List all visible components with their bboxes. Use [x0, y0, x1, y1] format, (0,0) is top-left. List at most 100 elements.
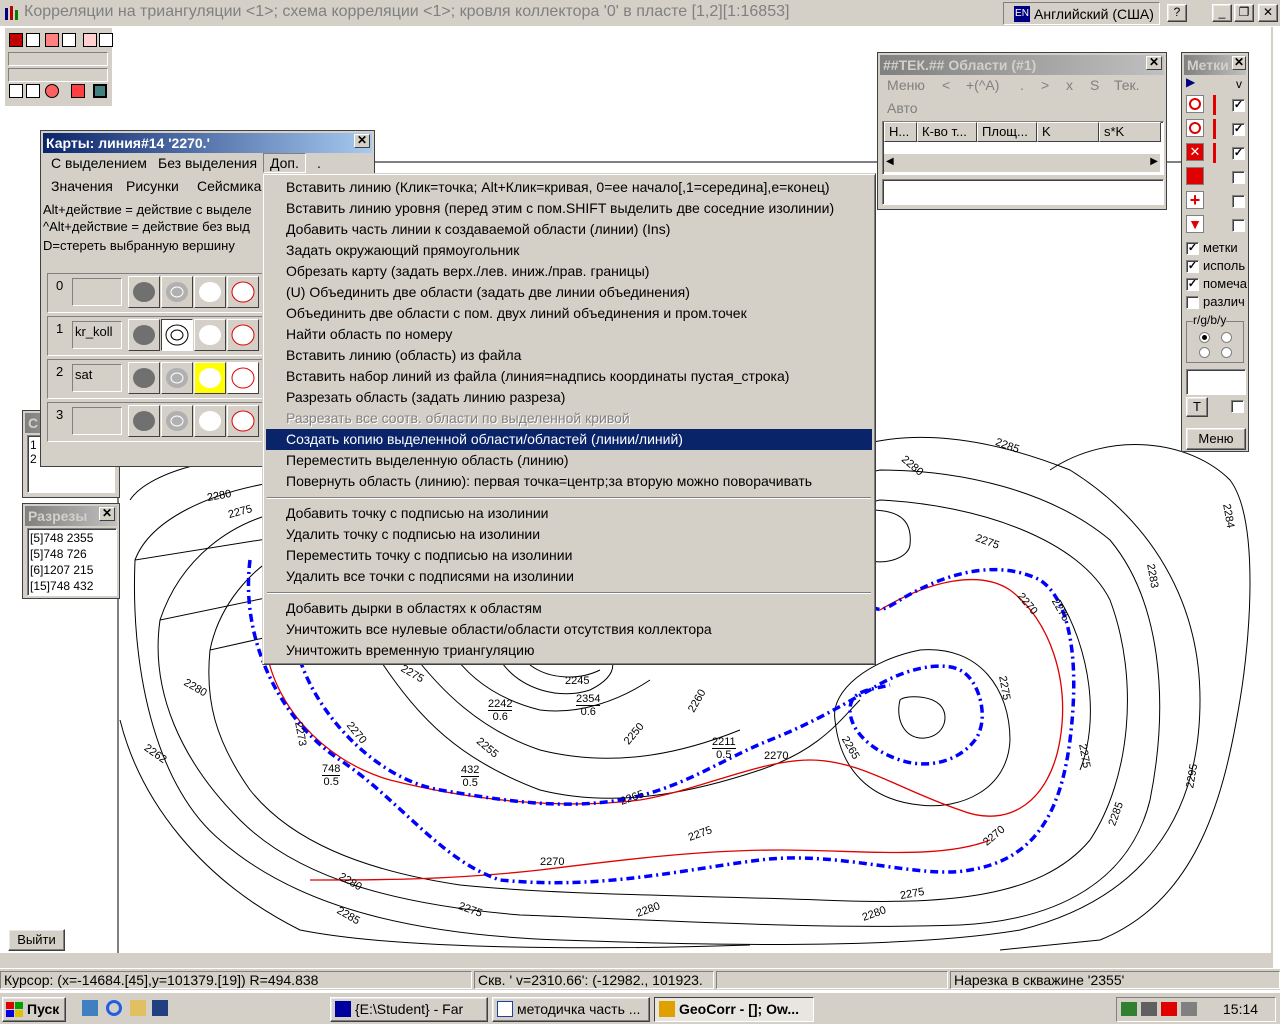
red-outline-icon[interactable]	[227, 405, 259, 437]
menu-item-crop-map[interactable]: Обрезать карту (задать верх./лев. иниж./…	[266, 261, 872, 282]
mark-row[interactable]: ✓	[1186, 119, 1246, 141]
scroll-left-icon[interactable]: ◀	[886, 156, 894, 167]
fill-grey-icon[interactable]	[128, 276, 160, 308]
mark-checkbox[interactable]: ✓	[1232, 99, 1245, 112]
desktop-icon[interactable]	[82, 1000, 98, 1016]
regions-delete[interactable]: x	[1066, 77, 1073, 93]
menu-item-union-regions-points[interactable]: Объединить две области с пом. двух линий…	[266, 303, 872, 324]
mark-row[interactable]: ✕ ✓	[1186, 143, 1246, 165]
tool-target-icon[interactable]	[71, 84, 85, 98]
menu-item-bounding-rect[interactable]: Задать окружающий прямоугольник	[266, 240, 872, 261]
white-fill-icon[interactable]	[194, 405, 226, 437]
col-header[interactable]: s*K	[1099, 122, 1161, 142]
menu-item-insert-set-from-file[interactable]: Вставить набор линий из файла (линия=над…	[266, 366, 872, 387]
checkbox-use[interactable]: ✓	[1186, 260, 1199, 273]
exit-button[interactable]: Выйти	[8, 929, 65, 951]
minimize-button[interactable]: _	[1212, 4, 1232, 22]
menu-item-cut-region[interactable]: Разрезать область (задать линию разреза)	[266, 387, 872, 408]
menu-item-add-holes[interactable]: Добавить дырки в областях к областям	[266, 598, 872, 619]
regions-auto[interactable]: Авто	[887, 100, 918, 116]
regions-table[interactable]: Н... К-во т... Площ... K s*K ◀ ▶	[882, 121, 1164, 175]
app-icon[interactable]	[152, 1000, 168, 1016]
contour-icon[interactable]	[161, 362, 193, 394]
mark-checkbox[interactable]	[1232, 195, 1245, 208]
red-outline-icon[interactable]	[227, 319, 259, 351]
tool-zoom2-icon[interactable]	[99, 33, 113, 47]
checkbox-mark[interactable]: ✓	[1186, 278, 1199, 291]
radio-y[interactable]	[1221, 347, 1232, 358]
layer-name-field[interactable]	[72, 278, 122, 306]
layer-name-field[interactable]: sat	[72, 364, 122, 392]
tool-select-icon[interactable]	[9, 33, 23, 47]
regions-dot[interactable]: .	[1020, 77, 1024, 93]
t-button[interactable]: T	[1186, 397, 1208, 417]
mark-row[interactable]	[1186, 167, 1246, 189]
menu-item-delete-all-points[interactable]: Удалить все точки с подписями на изолини…	[266, 566, 872, 587]
list-item[interactable]: [5]748 2355	[30, 530, 114, 546]
tool-close-icon[interactable]	[9, 84, 23, 98]
fill-grey-icon[interactable]	[128, 362, 160, 394]
yellow-fill-icon[interactable]	[194, 362, 226, 394]
radio-r[interactable]	[1199, 332, 1210, 343]
vertical-scrollbar[interactable]	[1271, 27, 1273, 967]
regions-current[interactable]: Тек.	[1114, 77, 1140, 93]
mark-checkbox[interactable]	[1232, 171, 1245, 184]
menu-item-find-region[interactable]: Найти область по номеру	[266, 324, 872, 345]
menu-seismic[interactable]: Сейсмика	[197, 178, 261, 194]
mark-row[interactable]: ▼	[1186, 215, 1246, 237]
contour-icon[interactable]	[161, 405, 193, 437]
mark-checkbox[interactable]: ✓	[1232, 147, 1245, 160]
regions-input[interactable]	[882, 179, 1164, 205]
menu-dot[interactable]: .	[317, 155, 321, 171]
menu-item-rotate-region[interactable]: Повернуть область (линию): первая точка=…	[266, 471, 872, 492]
red-outline-icon[interactable]	[227, 362, 259, 394]
tool-move-icon[interactable]	[45, 33, 59, 47]
ie-icon[interactable]	[106, 1000, 122, 1016]
menu-item-insert-line[interactable]: Вставить линию (Клик=точка; Alt+Клик=кри…	[266, 177, 872, 198]
start-button[interactable]: Пуск	[2, 997, 66, 1022]
col-header[interactable]: Площ...	[977, 122, 1037, 142]
tool-map-icon[interactable]	[93, 84, 107, 98]
fill-grey-icon[interactable]	[128, 319, 160, 351]
outlook-icon[interactable]	[130, 1000, 146, 1016]
task-geocorr[interactable]: GeoCorr - []; Ow...	[654, 997, 814, 1022]
menu-item-delete-temp-triangulation[interactable]: Уничтожить временную триангуляцию	[266, 640, 872, 661]
scroll-right-icon[interactable]: ▶	[1150, 156, 1158, 167]
menu-values[interactable]: Значения	[51, 178, 113, 194]
contour-icon[interactable]	[161, 276, 193, 308]
menu-item-delete-zero-regions[interactable]: Уничтожить все нулевые области/области о…	[266, 619, 872, 640]
mark-row[interactable]: ✓	[1186, 95, 1246, 117]
checkbox-distinguish[interactable]	[1186, 296, 1199, 309]
radio-b[interactable]	[1199, 347, 1210, 358]
regions-s[interactable]: S	[1090, 77, 1099, 93]
menu-extra[interactable]: Доп.	[263, 153, 306, 173]
regions-prev[interactable]: <	[942, 77, 950, 93]
radio-g[interactable]	[1221, 332, 1232, 343]
layer-name-field[interactable]: kr_koll	[72, 321, 122, 349]
checkbox-marks[interactable]: ✓	[1186, 242, 1199, 255]
list-item[interactable]: [5]748 726	[30, 546, 114, 562]
help-button[interactable]: ?	[1167, 4, 1187, 22]
list-item[interactable]: [15]748 432	[30, 578, 114, 594]
cross-marker-icon[interactable]: ✕	[1186, 143, 1204, 161]
cuts-list[interactable]: [5]748 2355 [5]748 726 [6]1207 215 [15]7…	[27, 528, 117, 596]
t-checkbox[interactable]	[1231, 400, 1244, 413]
white-fill-icon[interactable]	[194, 276, 226, 308]
white-fill-icon[interactable]	[194, 319, 226, 351]
list-item[interactable]: [6]1207 215	[30, 562, 114, 578]
menu-item-insert-level-line[interactable]: Вставить линию уровня (перед этим с пом.…	[266, 198, 872, 219]
menu-item-move-region[interactable]: Переместить выделенную область (линию)	[266, 450, 872, 471]
volume-icon[interactable]	[1181, 1002, 1197, 1016]
menu-item-move-point[interactable]: Переместить точку с подписью на изолинии	[266, 545, 872, 566]
marks-dropdown[interactable]: v	[1236, 77, 1242, 91]
close-icon[interactable]: ✕	[1146, 56, 1162, 70]
maximize-button[interactable]: ❐	[1234, 4, 1254, 22]
red-outline-icon[interactable]	[227, 276, 259, 308]
antivirus-icon[interactable]	[1161, 1002, 1177, 1016]
mark-checkbox[interactable]	[1232, 219, 1245, 232]
menu-item-insert-from-file[interactable]: Вставить линию (область) из файла	[266, 345, 872, 366]
plus-marker-icon[interactable]: +	[1186, 191, 1204, 209]
task-word[interactable]: методичка часть ...	[492, 997, 650, 1022]
menu-item-add-line-part[interactable]: Добавить часть линии к создаваемой облас…	[266, 219, 872, 240]
col-header[interactable]: К-во т...	[917, 122, 977, 142]
